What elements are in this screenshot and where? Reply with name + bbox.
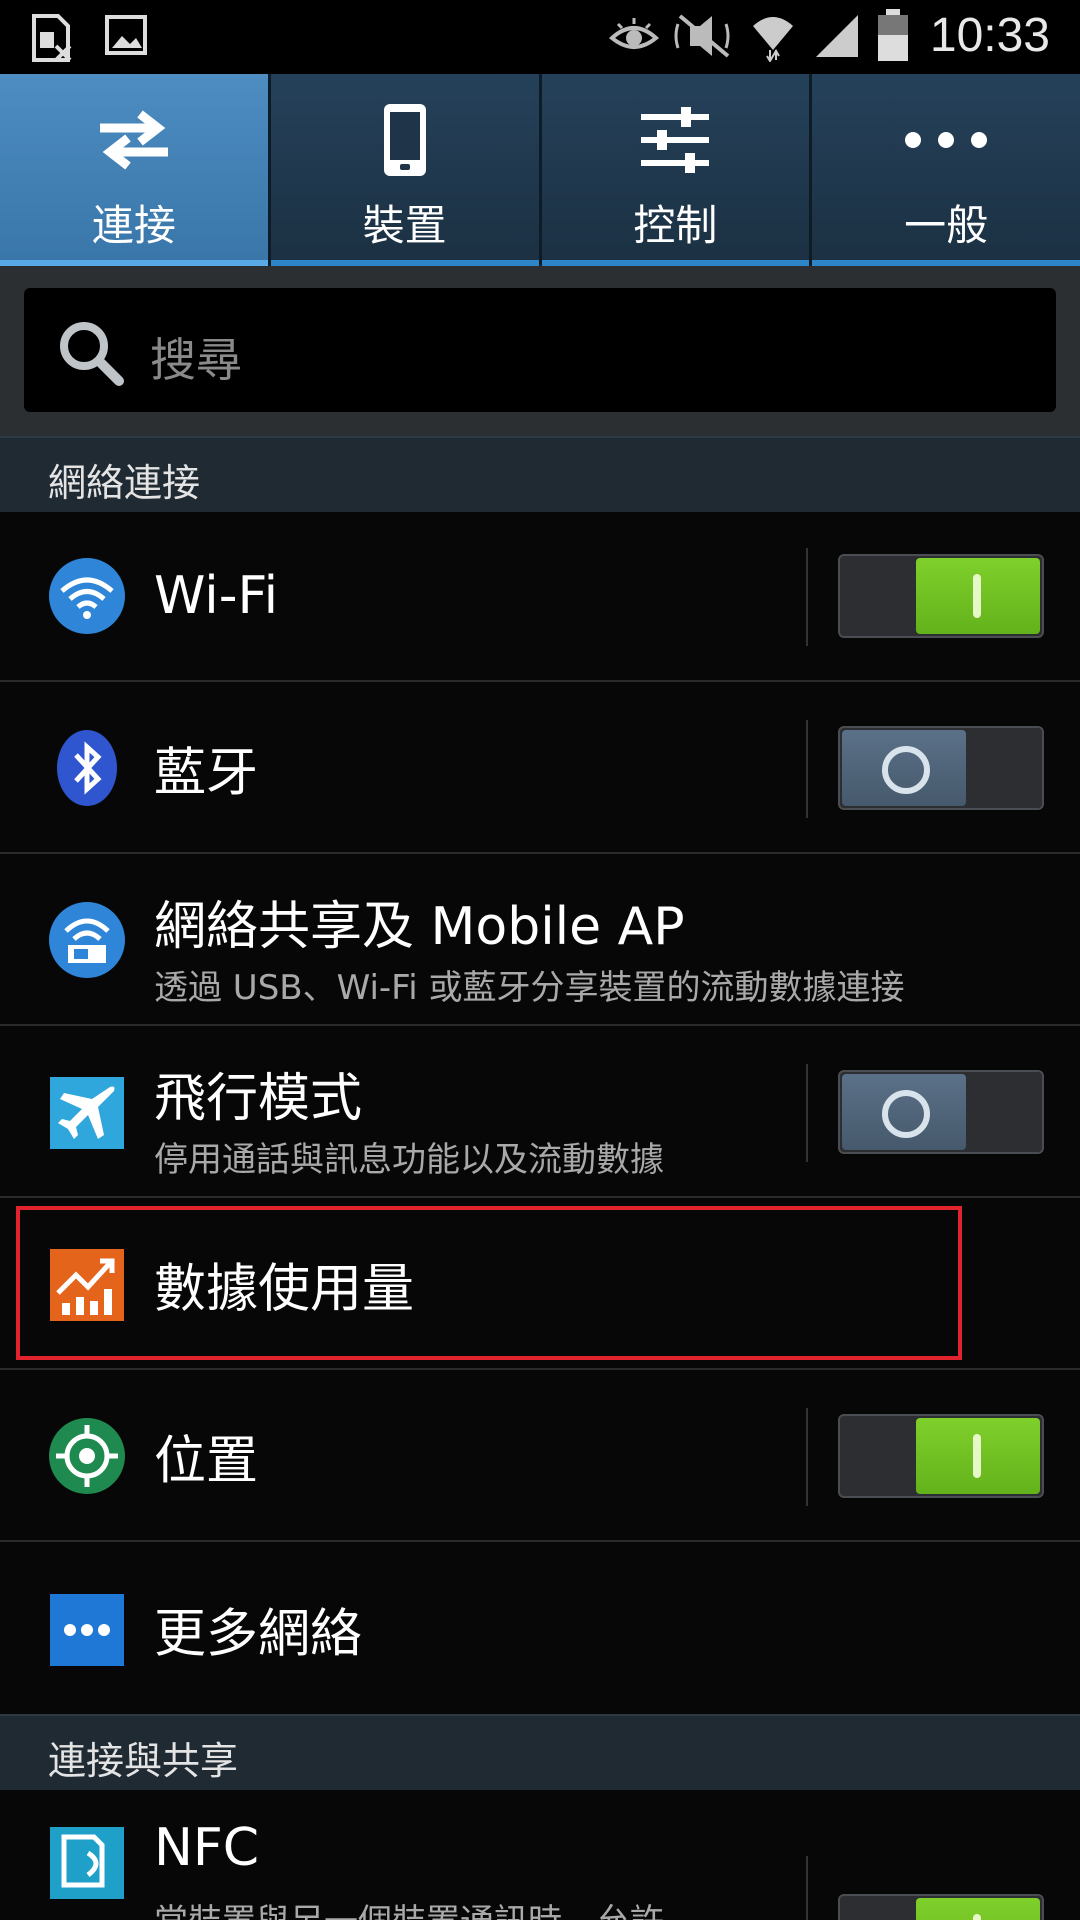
swap-arrows-icon [99,110,168,170]
wifi-icon [49,558,125,634]
setting-title: 數據使用量 [154,1259,415,1320]
divider [806,720,808,818]
divider [806,1856,808,1920]
sliders-icon [641,107,710,173]
image-icon [105,15,147,55]
sim-missing-icon [32,14,72,62]
search-input[interactable]: 搜尋 [24,288,1056,412]
status-bar: 10:33 [0,0,1080,74]
more-networks-icon [50,1594,124,1666]
divider [806,1064,808,1162]
wifi-icon [752,16,793,62]
tab-label: 裝置 [362,201,447,250]
section-title: 網絡連接 [48,461,201,505]
setting-row-more-networks[interactable]: 更多網絡 [0,1544,1080,1714]
setting-row-data-usage[interactable]: 數據使用量 [0,1200,1080,1370]
location-toggle[interactable] [838,1414,1044,1498]
setting-title: Wi-Fi [154,566,279,626]
tab-label: 控制 [633,201,718,250]
tab-controls[interactable]: 控制 [541,74,813,266]
smart-stay-eye-icon [608,17,659,49]
mute-icon [674,13,730,58]
setting-row-wifi[interactable]: Wi-Fi [0,512,1080,682]
nfc-toggle[interactable] [838,1894,1044,1920]
more-dots-icon [905,132,988,148]
setting-subtitle: 停用通話與訊息功能以及流動數據 [154,1140,664,1180]
status-time: 10:33 [929,9,1050,62]
settings-tab-bar: 連接 裝置 控制 一般 [0,74,1080,266]
setting-title: 飛行模式 [154,1069,363,1129]
setting-title: 網絡共享及 Mobile AP [154,897,685,957]
tab-label: 連接 [91,201,176,250]
setting-title: 更多網絡 [154,1604,363,1665]
tab-label: 一般 [904,201,989,250]
nfc-icon [50,1827,124,1899]
search-area: 搜尋 [0,266,1080,436]
setting-subtitle: 透過 USB、Wi-Fi 或藍牙分享裝置的流動數據連接 [154,968,905,1008]
battery-icon [877,8,908,61]
tab-device[interactable]: 裝置 [270,74,542,266]
wifi-toggle[interactable] [838,554,1044,638]
cell-signal-icon [815,14,858,57]
setting-title: 位置 [154,1431,259,1492]
phone-icon [383,104,426,176]
tethering-icon [49,902,125,978]
section-header-network: 網絡連接 [0,436,1080,512]
search-placeholder: 搜尋 [150,333,242,387]
divider [806,1408,808,1506]
location-icon [49,1418,125,1494]
tab-general[interactable]: 一般 [812,74,1080,266]
setting-row-tethering[interactable]: 網絡共享及 Mobile AP 透過 USB、Wi-Fi 或藍牙分享裝置的流動數… [0,856,1080,1026]
bluetooth-toggle[interactable] [838,726,1044,810]
section-header-connect-share: 連接與共享 [0,1714,1080,1790]
data-usage-icon [50,1249,124,1321]
setting-row-bluetooth[interactable]: 藍牙 [0,684,1080,854]
setting-row-location[interactable]: 位置 [0,1372,1080,1542]
setting-title: NFC [154,1818,260,1878]
airplane-mode-toggle[interactable] [838,1070,1044,1154]
tab-connections[interactable]: 連接 [0,74,271,266]
search-icon [60,322,124,386]
divider [806,548,808,646]
bluetooth-icon [57,730,117,806]
setting-row-airplane-mode[interactable]: 飛行模式 停用通話與訊息功能以及流動數據 [0,1028,1080,1198]
section-title: 連接與共享 [48,1739,239,1783]
airplane-icon [50,1077,124,1149]
setting-subtitle: 當裝置與另一個裝置通訊時，允許 [154,1894,664,1920]
setting-title: 藍牙 [154,743,259,804]
setting-row-nfc[interactable]: NFC 當裝置與另一個裝置通訊時，允許 [0,1790,1080,1920]
